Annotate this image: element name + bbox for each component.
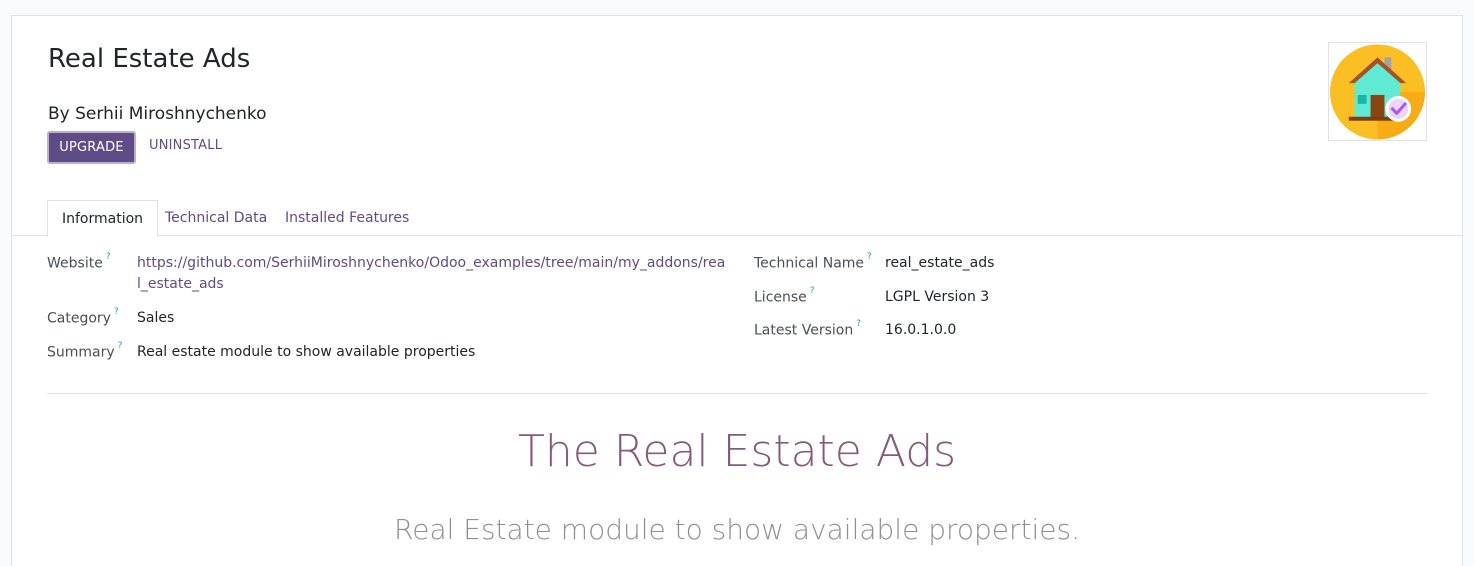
- tab-information[interactable]: Information: [47, 200, 159, 237]
- summary-value: Real estate module to show available pro…: [137, 344, 476, 360]
- uninstall-button[interactable]: UNINSTALL: [149, 138, 222, 153]
- upgrade-button[interactable]: UPGRADE: [47, 131, 136, 164]
- help-tooltip-icon[interactable]: ?: [106, 252, 111, 262]
- website-label: Website?: [47, 252, 111, 272]
- summary-label: Summary?: [47, 341, 123, 361]
- module-title: Real Estate Ads: [48, 44, 251, 74]
- module-author: By Serhii Miroshnychenko: [48, 104, 267, 124]
- category-value: Sales: [137, 310, 175, 326]
- help-tooltip-icon[interactable]: ?: [114, 307, 119, 317]
- house-check-icon: [1329, 43, 1426, 140]
- help-tooltip-icon[interactable]: ?: [867, 252, 872, 262]
- category-label: Category?: [47, 307, 119, 327]
- tab-technical-data[interactable]: Technical Data: [151, 200, 281, 236]
- description-subheading: Real Estate module to show available pro…: [394, 513, 1080, 546]
- latest-version-label: Latest Version?: [754, 319, 861, 339]
- help-tooltip-icon[interactable]: ?: [118, 341, 123, 351]
- section-divider: [47, 393, 1427, 394]
- tab-installed-features[interactable]: Installed Features: [271, 200, 423, 236]
- module-icon: [1328, 42, 1427, 141]
- license-label: License?: [754, 286, 815, 306]
- help-tooltip-icon[interactable]: ?: [856, 319, 861, 329]
- latest-version-value: 16.0.1.0.0: [885, 322, 957, 338]
- technical-name-label: Technical Name?: [754, 252, 872, 272]
- technical-name-value: real_estate_ads: [885, 255, 995, 271]
- website-link[interactable]: https://github.com/SerhiiMiroshnychenko/…: [137, 253, 727, 295]
- module-form-sheet: Real Estate Ads By Serhii Miroshnychenko…: [11, 15, 1463, 566]
- notebook-tabs: Information Technical Data Installed Fea…: [12, 200, 1462, 237]
- license-value: LGPL Version 3: [885, 289, 990, 305]
- help-tooltip-icon[interactable]: ?: [810, 286, 815, 296]
- description-heading: The Real Estate Ads: [517, 426, 957, 477]
